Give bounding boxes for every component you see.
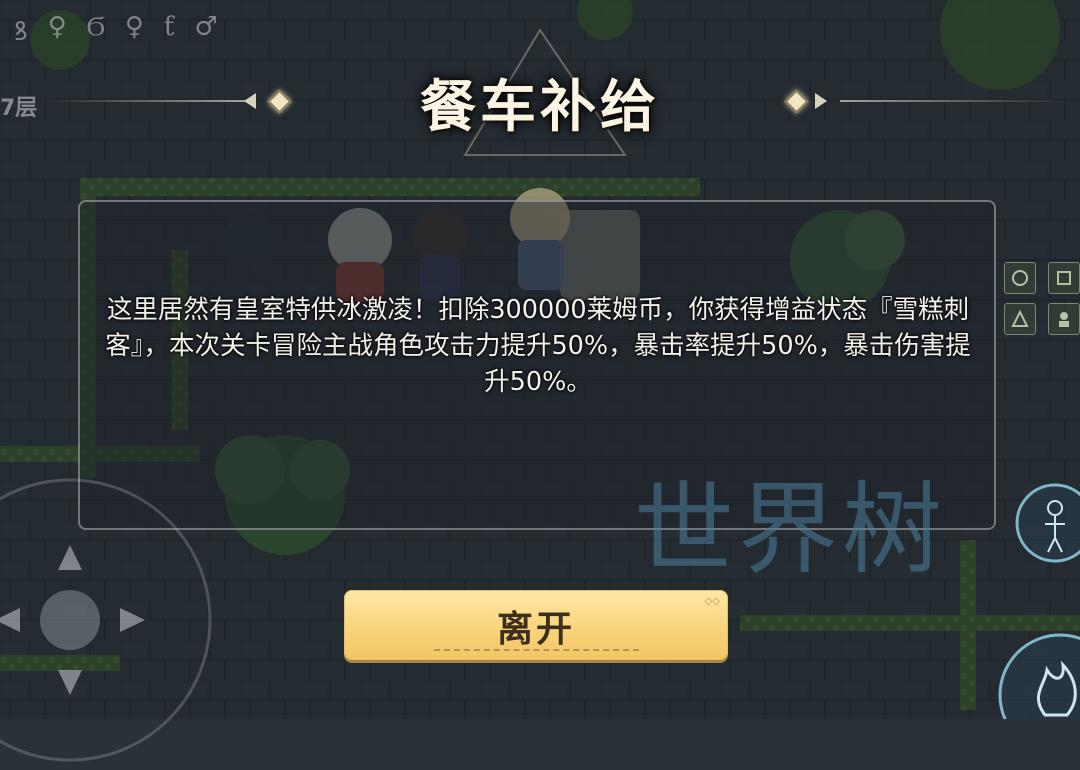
constellation-glyph-row: ꝸ ♀ Ϭ ♀ ƭ ♂ [14, 12, 218, 48]
character-silhouette-icon[interactable] [1010, 478, 1080, 568]
watermark-text: 世界树 [634, 471, 946, 588]
glyph: Ϭ [86, 12, 105, 42]
glyph: ƭ [163, 12, 175, 42]
side-menu-icon[interactable] [1048, 303, 1080, 335]
event-message: 这里居然有皇室特供冰激凌！扣除300000莱姆币，你获得增益状态『雪糕刺客』，本… [105, 295, 971, 397]
button-dash-decoration [434, 649, 639, 651]
fire-skill-icon[interactable] [985, 625, 1080, 719]
joystick-icon[interactable] [0, 470, 220, 770]
leave-button-label: 离开 [496, 609, 575, 650]
side-menu-icon[interactable] [1048, 262, 1080, 294]
side-menu-icon[interactable] [1004, 262, 1036, 294]
glyph: ꝸ [14, 17, 28, 47]
side-menu-icon[interactable] [1004, 303, 1036, 335]
glyph: ♀ [47, 12, 67, 42]
leave-button[interactable]: ◇◇ 离开 [344, 590, 728, 660]
dialog-title: 餐车补给 [420, 74, 660, 140]
glyph: ♂ [194, 12, 218, 42]
glyph: ♀ [124, 12, 144, 42]
